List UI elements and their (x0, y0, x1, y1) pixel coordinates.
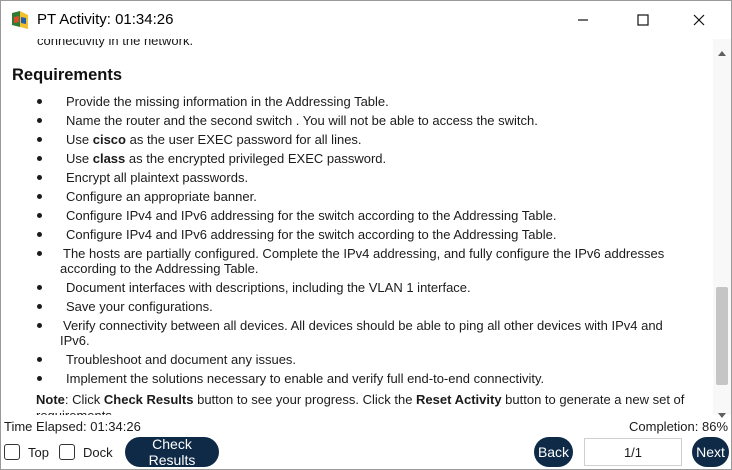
list-item: Configure an appropriate banner. (1, 189, 713, 204)
next-button[interactable]: Next (692, 437, 729, 467)
scroll-up-arrow-icon[interactable] (718, 43, 726, 61)
list-item: The hosts are partially configured. Comp… (1, 246, 713, 276)
completion-percent: Completion: 86% (629, 419, 728, 434)
vertical-scrollbar[interactable] (713, 39, 731, 418)
minimize-icon (577, 14, 589, 26)
checkbox-icon[interactable] (4, 444, 20, 460)
list-item: Document interfaces with descriptions, i… (1, 280, 713, 295)
bullet-icon (37, 156, 42, 161)
close-icon (693, 14, 705, 26)
list-item: Provide the missing information in the A… (1, 94, 713, 109)
list-item: Configure IPv4 and IPv6 addressing for t… (1, 227, 713, 242)
bullet-icon (37, 304, 42, 309)
list-item: Troubleshoot and document any issues. (1, 352, 713, 367)
page-indicator: 1/1 (584, 438, 682, 466)
list-item: Configure IPv4 and IPv6 addressing for t… (1, 208, 713, 223)
title-bar: PT Activity: 01:34:26 (1, 1, 731, 39)
scrollbar-thumb[interactable] (716, 287, 728, 385)
bullet-icon (37, 232, 42, 237)
requirements-list: Provide the missing information in the A… (1, 94, 713, 390)
list-item: Save your configurations. (1, 299, 713, 314)
bullet-icon (37, 323, 42, 328)
list-item: Encrypt all plaintext passwords. (1, 170, 713, 185)
bullet-icon (37, 137, 42, 142)
window-title: PT Activity: 01:34:26 (37, 11, 174, 28)
instructions-panel: connectivity in the network. Requirement… (1, 39, 713, 415)
bullet-icon (37, 118, 42, 123)
dock-checkbox[interactable]: Dock (59, 442, 113, 462)
requirements-heading: Requirements (12, 66, 123, 84)
minimize-button[interactable] (557, 1, 609, 39)
dock-label: Dock (83, 444, 113, 460)
back-button[interactable]: Back (534, 437, 573, 467)
check-results-button[interactable]: Check Results (125, 436, 219, 468)
maximize-button[interactable] (617, 1, 669, 39)
list-item: Use cisco as the user EXEC password for … (1, 132, 713, 147)
time-elapsed: Time Elapsed: 01:34:26 (4, 419, 141, 434)
password-cisco: cisco (92, 132, 126, 147)
password-class: class (92, 151, 126, 166)
top-checkbox[interactable]: Top (4, 442, 49, 462)
bullet-icon (37, 285, 42, 290)
maximize-icon (637, 14, 649, 26)
packet-tracer-icon (10, 9, 32, 31)
checkbox-icon[interactable] (59, 444, 75, 460)
top-label: Top (28, 444, 49, 460)
list-item: Name the router and the second switch . … (1, 113, 713, 128)
list-item: Verify connectivity between all devices.… (1, 318, 713, 348)
partial-text-line: connectivity in the network. (37, 39, 194, 48)
bullet-icon (37, 175, 42, 180)
bullet-icon (37, 376, 42, 381)
close-button[interactable] (673, 1, 725, 39)
list-item: Use class as the encrypted privileged EX… (1, 151, 713, 166)
note-text: Note: Click Check Results button to see … (36, 392, 685, 415)
list-item: Implement the solutions necessary to ena… (1, 371, 713, 386)
pt-activity-window: PT Activity: 01:34:26 connectivity in th… (0, 0, 732, 470)
bullet-icon (37, 357, 42, 362)
bullet-icon (37, 194, 42, 199)
bullet-icon (37, 251, 42, 256)
bullet-icon (37, 99, 42, 104)
bullet-icon (37, 213, 42, 218)
